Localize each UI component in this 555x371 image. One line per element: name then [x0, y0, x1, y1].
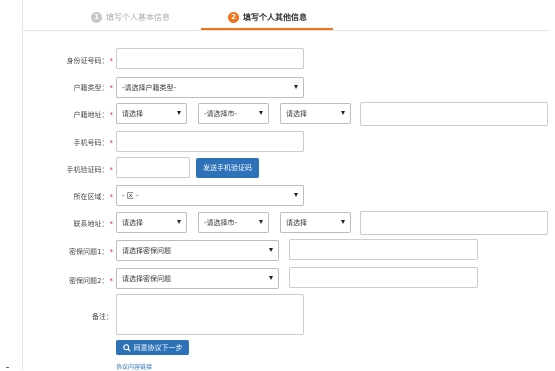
- chevron-down-icon: [259, 111, 263, 115]
- chevron-down-icon: [259, 220, 263, 224]
- household-city-select[interactable]: -请选择市-: [198, 103, 269, 124]
- household-address-label: 户籍地址：*: [73, 111, 114, 119]
- household-district-select[interactable]: 请选择: [280, 103, 351, 124]
- contact-address-label: 联系地址：*: [73, 220, 114, 228]
- household-type-select[interactable]: -请选择户籍类型-: [116, 77, 304, 98]
- contact-district-select[interactable]: 请选择: [280, 212, 351, 233]
- chevron-down-icon: [341, 111, 345, 115]
- contact-detail-input[interactable]: [360, 211, 548, 235]
- agree-next-button[interactable]: 同意协议下一步: [116, 340, 189, 355]
- household-type-label: 户籍类型：*: [73, 84, 114, 92]
- area-select[interactable]: - 区 -: [116, 185, 304, 206]
- chevron-down-icon: [177, 111, 181, 115]
- search-icon: [122, 343, 131, 352]
- chevron-down-icon: [269, 276, 273, 280]
- step-number-1: 1: [91, 11, 102, 23]
- security-a2-input[interactable]: [289, 267, 478, 288]
- active-step-underline: [201, 28, 333, 30]
- security-q1-select[interactable]: 请选择密保问题: [116, 240, 279, 261]
- chevron-down-icon: [294, 193, 298, 197]
- contact-city-select[interactable]: -请选择市-: [198, 212, 269, 233]
- security-q2-select[interactable]: 请选择密保问题: [116, 268, 279, 289]
- contact-province-select[interactable]: 请选择: [116, 212, 187, 233]
- remark-label: 备注：: [92, 313, 113, 321]
- area-label: 所在区域：*: [73, 193, 114, 201]
- id-number-label: 身份证号码：*: [66, 57, 114, 65]
- tick-mark: [6, 367, 9, 368]
- form-panel: 1 填写个人基本信息 2 填写个人其他信息 身份证号码：* 户籍类型：* -请选…: [22, 0, 555, 371]
- chevron-down-icon: [269, 248, 273, 252]
- phone-input[interactable]: [116, 131, 304, 152]
- step-other-info[interactable]: 2 填写个人其他信息: [228, 9, 307, 25]
- phone-label: 手机号码：*: [73, 139, 114, 147]
- phone-code-input[interactable]: [116, 157, 190, 178]
- agree-next-label: 同意协议下一步: [133, 343, 183, 352]
- step-basic-info[interactable]: 1 填写个人基本信息: [91, 9, 170, 25]
- security-a1-input[interactable]: [289, 239, 478, 260]
- step-number-2: 2: [228, 11, 239, 23]
- phone-code-label: 手机验证码：*: [66, 166, 114, 174]
- send-code-button[interactable]: 发送手机验证码: [196, 158, 259, 178]
- security-q1-label: 密保问题1：*: [69, 248, 113, 256]
- step-indicator: 1 填写个人基本信息 2 填写个人其他信息: [23, 0, 549, 31]
- step-label-1: 填写个人基本信息: [106, 12, 170, 22]
- chevron-down-icon: [341, 220, 345, 224]
- id-number-input[interactable]: [116, 48, 304, 69]
- step-label-2: 填写个人其他信息: [243, 12, 307, 22]
- household-detail-input[interactable]: [360, 102, 548, 126]
- chevron-down-icon: [294, 85, 298, 89]
- household-province-select[interactable]: 请选择: [116, 103, 187, 124]
- remark-textarea[interactable]: [116, 294, 304, 335]
- chevron-down-icon: [177, 220, 181, 224]
- security-q2-label: 密保问题2：*: [69, 277, 113, 285]
